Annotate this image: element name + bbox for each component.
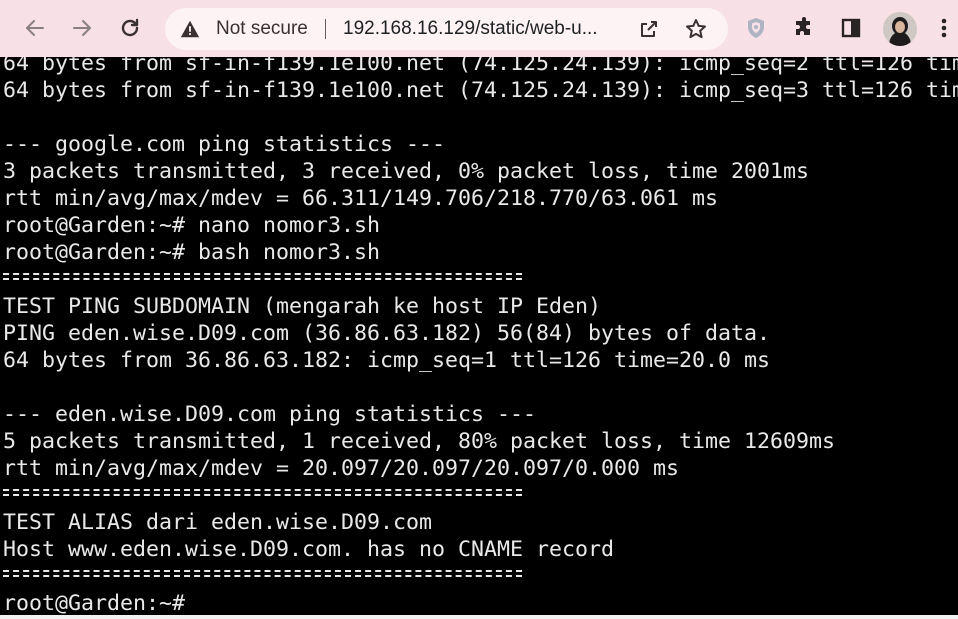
- separator-line: [3, 272, 522, 282]
- side-panel-icon: [841, 18, 861, 38]
- terminal-line: 3 packets transmitted, 3 received, 0% pa…: [3, 159, 810, 184]
- terminal-line: PING eden.wise.D09.com (36.86.63.182) 56…: [3, 321, 771, 346]
- terminal-line: root@Garden:~# nano nomor3.sh: [3, 213, 381, 238]
- terminal-output[interactable]: 64 bytes from sf-in-f139.1e100.net (74.1…: [0, 57, 958, 619]
- terminal-line: 64 bytes from sf-in-f139.1e100.net (74.1…: [3, 78, 958, 103]
- terminal-line: root@Garden:~# bash nomor3.sh: [3, 240, 381, 265]
- address-divider: [325, 19, 326, 39]
- shield-icon: [748, 18, 764, 38]
- separator-line: [3, 488, 522, 498]
- terminal-bottom-border: [0, 615, 958, 619]
- terminal-line: --- eden.wise.D09.com ping statistics --…: [3, 402, 537, 427]
- back-button[interactable]: [19, 12, 51, 44]
- security-label[interactable]: Not secure: [216, 18, 308, 40]
- star-icon[interactable]: [684, 17, 708, 41]
- reload-button[interactable]: [114, 12, 146, 44]
- arrow-right-icon: [73, 20, 91, 36]
- browser-toolbar: Not secure 192.168.16.129/static/web-u..…: [0, 0, 958, 57]
- reload-icon: [121, 18, 139, 37]
- warning-icon[interactable]: [179, 18, 201, 40]
- terminal-line: rtt min/avg/max/mdev = 20.097/20.097/20.…: [3, 456, 680, 481]
- terminal-line: 5 packets transmitted, 1 received, 80% p…: [3, 429, 836, 454]
- extensions-button[interactable]: [788, 12, 820, 44]
- menu-button[interactable]: [930, 12, 958, 44]
- shell-prompt: root@Garden:~#: [3, 591, 186, 616]
- more-vertical-icon: [941, 18, 947, 38]
- url-text[interactable]: 192.168.16.129/static/web-u...: [343, 18, 598, 40]
- forward-button[interactable]: [66, 12, 98, 44]
- arrow-left-icon: [26, 20, 44, 36]
- terminal-line: TEST ALIAS dari eden.wise.D09.com: [3, 510, 433, 535]
- terminal-line: rtt min/avg/max/mdev = 66.311/149.706/21…: [3, 186, 719, 211]
- share-icon[interactable]: [637, 17, 661, 41]
- terminal-line: Host www.eden.wise.D09.com. has no CNAME…: [3, 537, 615, 562]
- profile-avatar[interactable]: [883, 12, 917, 46]
- terminal-line: 64 bytes from 36.86.63.182: icmp_seq=1 t…: [3, 348, 771, 373]
- puzzle-icon: [796, 17, 810, 35]
- terminal-line: 64 bytes from sf-in-f139.1e100.net (74.1…: [3, 57, 958, 76]
- side-panel-button[interactable]: [835, 12, 867, 44]
- separator-line: [3, 569, 522, 579]
- terminal-line: TEST PING SUBDOMAIN (mengarah ke host IP…: [3, 294, 602, 319]
- avatar-icon: [883, 12, 917, 46]
- shield-extension-button[interactable]: [740, 12, 772, 44]
- address-bar[interactable]: Not secure 192.168.16.129/static/web-u..…: [165, 8, 728, 50]
- terminal-line: --- google.com ping statistics ---: [3, 132, 446, 157]
